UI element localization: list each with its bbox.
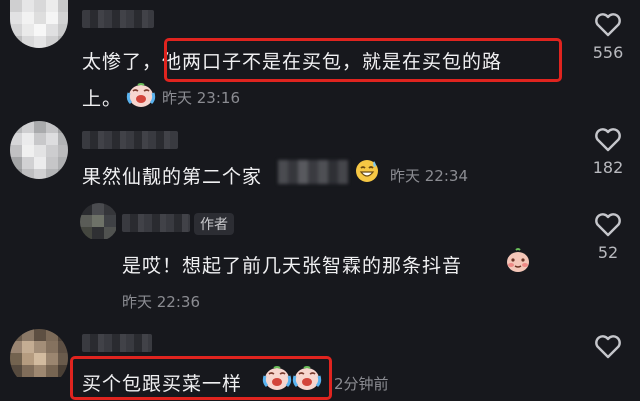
comment-3-time: 昨天 22:36 [122,293,200,311]
comment-1-text-plain: 太惨了， [82,51,163,73]
username-blurred[interactable] [82,334,152,352]
avatar[interactable] [10,121,68,179]
like-count: 556 [592,43,624,62]
avatar[interactable] [10,329,68,387]
comment-1-text-line2-content: 上。 [82,88,123,110]
blushing-emoji [504,246,532,278]
highlight-box [70,356,332,400]
comment-2-text: 果然仙靓的第二个家 [82,166,263,188]
heart-outline-icon [595,128,621,152]
highlight-box [164,38,562,82]
heart-outline-icon [595,335,621,359]
crying-laughing-emoji [126,82,156,112]
username-blurred[interactable] [82,10,154,28]
username-blurred[interactable] [82,131,178,149]
like-button[interactable]: 182 [586,127,630,177]
avatar[interactable] [80,203,118,241]
comment-2-time: 昨天 22:34 [390,167,468,185]
author-badge: 作者 [194,213,234,235]
comment-1-time: 昨天 23:16 [162,89,240,107]
heart-outline-icon [595,13,621,37]
like-button[interactable]: 52 [586,212,630,262]
censored-text-mosaic [278,160,348,184]
like-button[interactable]: 556 [586,12,630,62]
grinning-sweat-emoji [354,158,380,188]
comment-1-text-line2: 上。 [82,84,122,111]
like-count: 182 [592,158,624,177]
avatar[interactable] [10,0,68,48]
like-button[interactable] [586,334,630,359]
comment-4-time: 2分钟前 [334,375,389,393]
heart-outline-icon [595,213,621,237]
like-count: 52 [597,243,619,262]
comment-3-text: 是哎！想起了前几天张智霖的那条抖音 [122,255,463,277]
username-blurred[interactable] [122,214,190,232]
